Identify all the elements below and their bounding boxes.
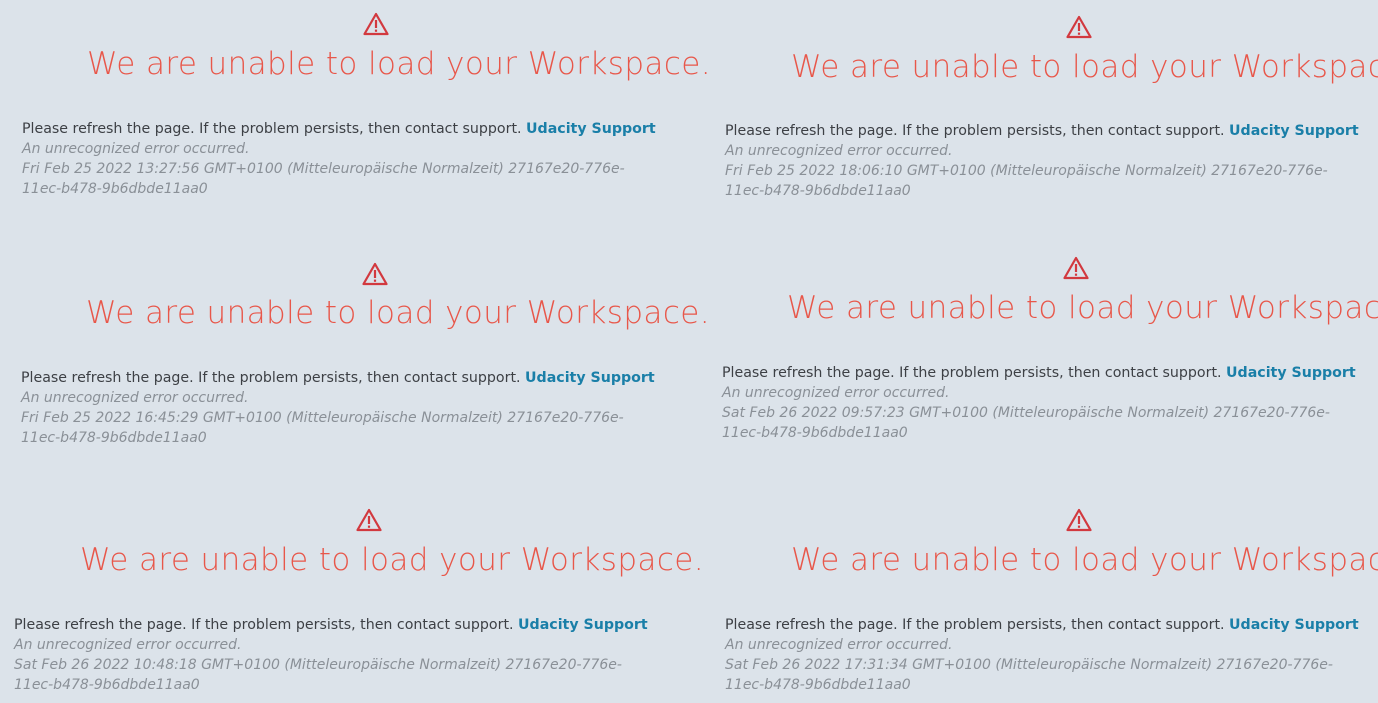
udacity-support-link[interactable]: Udacity Support bbox=[1229, 123, 1359, 139]
error-title: We are unable to load your Workspace. bbox=[80, 542, 704, 578]
warning-triangle-icon bbox=[356, 508, 382, 532]
error-title: We are unable to load your Workspace. bbox=[791, 542, 1378, 578]
error-message: Please refresh the page. If the problem … bbox=[14, 617, 514, 633]
error-detail: An unrecognized error occurred. bbox=[725, 637, 953, 653]
udacity-support-link[interactable]: Udacity Support bbox=[525, 370, 655, 386]
error-title: We are unable to load your Workspace. bbox=[791, 49, 1378, 85]
warning-triangle-icon bbox=[1066, 15, 1092, 39]
error-detail: An unrecognized error occurred. bbox=[14, 637, 242, 653]
error-title: We are unable to load your Workspace. bbox=[787, 290, 1378, 326]
error-message: Please refresh the page. If the problem … bbox=[21, 370, 521, 386]
error-timestamp: Fri Feb 25 2022 18:06:10 GMT+0100 (Mitte… bbox=[725, 163, 1328, 199]
udacity-support-link[interactable]: Udacity Support bbox=[1229, 617, 1359, 633]
udacity-support-link[interactable]: Udacity Support bbox=[1226, 365, 1356, 381]
error-timestamp: Sat Feb 26 2022 10:48:18 GMT+0100 (Mitte… bbox=[14, 657, 622, 693]
error-detail: An unrecognized error occurred. bbox=[21, 390, 249, 406]
error-message: Please refresh the page. If the problem … bbox=[725, 617, 1225, 633]
error-message: Please refresh the page. If the problem … bbox=[725, 123, 1225, 139]
error-title: We are unable to load your Workspace. bbox=[86, 295, 710, 331]
error-detail: An unrecognized error occurred. bbox=[722, 385, 950, 401]
error-detail: An unrecognized error occurred. bbox=[725, 143, 953, 159]
warning-triangle-icon bbox=[1066, 508, 1092, 532]
error-timestamp: Sat Feb 26 2022 09:57:23 GMT+0100 (Mitte… bbox=[722, 405, 1330, 441]
error-panel: We are unable to load your Workspace. Pl… bbox=[0, 0, 1378, 693]
error-timestamp: Fri Feb 25 2022 16:45:29 GMT+0100 (Mitte… bbox=[21, 410, 624, 446]
error-message: Please refresh the page. If the problem … bbox=[722, 365, 1222, 381]
warning-triangle-icon bbox=[1063, 256, 1089, 280]
udacity-support-link[interactable]: Udacity Support bbox=[518, 617, 648, 633]
warning-triangle-icon bbox=[362, 262, 388, 286]
error-timestamp: Sat Feb 26 2022 17:31:34 GMT+0100 (Mitte… bbox=[725, 657, 1333, 693]
